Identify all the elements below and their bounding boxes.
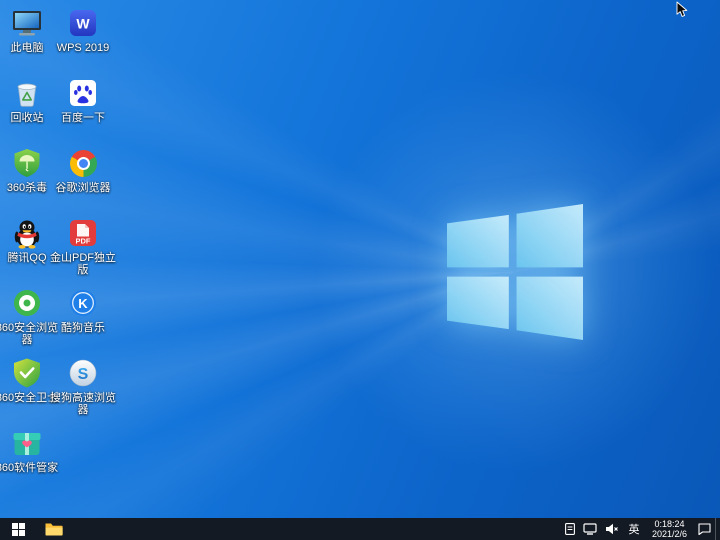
desktop-icon-label: 百度一下: [61, 112, 105, 124]
kugou-music-icon: K: [66, 286, 100, 320]
this-pc-icon: [10, 6, 44, 40]
desktop-icon-label: 360软件管家: [0, 462, 58, 474]
chrome-icon: [66, 146, 100, 180]
desktop-wallpaper: 此电脑 W WPS 2019 回收站: [0, 0, 720, 518]
network-button[interactable]: [579, 518, 601, 540]
volume-muted-icon: [605, 523, 619, 535]
desktop-icon-label: 搜狗高速浏览器: [50, 392, 116, 416]
desktop-icon-kugou-music[interactable]: K 酷狗音乐: [50, 286, 116, 334]
ime-indicator[interactable]: 英: [623, 518, 645, 540]
desktop-icon-sogou-browser[interactable]: S 搜狗高速浏览器: [50, 356, 116, 416]
desktop-icon-label: 谷歌浏览器: [56, 182, 111, 194]
desktop-icon-label: 金山PDF独立版: [50, 252, 116, 276]
action-center-button[interactable]: [694, 518, 715, 540]
desktop-icon-wps-2019[interactable]: W WPS 2019: [50, 6, 116, 54]
tray-document-button[interactable]: [561, 518, 579, 540]
chrome-inner-blue: [79, 159, 88, 168]
file-explorer-button[interactable]: [36, 518, 72, 540]
360-browser-icon: [10, 286, 44, 320]
baidu-icon: [66, 76, 100, 110]
chrome-inner-white: [77, 157, 90, 170]
clock-date: 2021/2/6: [652, 529, 687, 540]
network-icon: [583, 523, 597, 535]
show-desktop-button[interactable]: [715, 518, 720, 540]
sogou-browser-icon: S: [66, 356, 100, 390]
360-safeguard-icon: [10, 356, 44, 390]
desktop-icon-baidu[interactable]: 百度一下: [50, 76, 116, 124]
windows-logo-wallpaper: [447, 203, 583, 341]
clock-time: 0:18:24: [654, 519, 684, 530]
desktop-icon-label: WPS 2019: [57, 42, 110, 54]
desktop-icon-chrome[interactable]: 谷歌浏览器: [50, 146, 116, 194]
desktop-icon-label: 360杀毒: [7, 182, 47, 194]
recycle-bin-icon: [10, 76, 44, 110]
360-software-manager-icon: [10, 426, 44, 460]
desktop-icon-label: 腾讯QQ: [7, 252, 46, 264]
sogou-letter: S: [78, 366, 89, 383]
chrome-disc: [70, 150, 97, 177]
folder-icon: [45, 522, 63, 536]
kingsoft-pdf-icon: PDF: [66, 216, 100, 250]
action-center-icon: [698, 523, 711, 535]
taskbar-clock[interactable]: 0:18:24 2021/2/6: [645, 518, 694, 540]
taskbar: 英 0:18:24 2021/2/6: [0, 518, 720, 540]
pdf-label: PDF: [76, 237, 91, 246]
desktop-icon-label: 此电脑: [11, 42, 44, 54]
360-antivirus-icon: [10, 146, 44, 180]
windows-start-icon: [12, 523, 25, 536]
desktop-icon-360-software-manager[interactable]: 360软件管家: [0, 426, 60, 474]
wps-letter: W: [76, 16, 90, 32]
desktop-icon-label: 酷狗音乐: [61, 322, 105, 334]
volume-button[interactable]: [601, 518, 623, 540]
system-tray: 英 0:18:24 2021/2/6: [561, 518, 720, 540]
kugou-letter: K: [78, 296, 88, 311]
document-icon: [565, 523, 575, 535]
desktop-icon-label: 回收站: [11, 112, 44, 124]
desktop-icon-kingsoft-pdf[interactable]: PDF 金山PDF独立版: [50, 216, 116, 276]
wps-2019-icon: W: [66, 6, 100, 40]
tencent-qq-icon: [10, 216, 44, 250]
start-button[interactable]: [0, 518, 36, 540]
